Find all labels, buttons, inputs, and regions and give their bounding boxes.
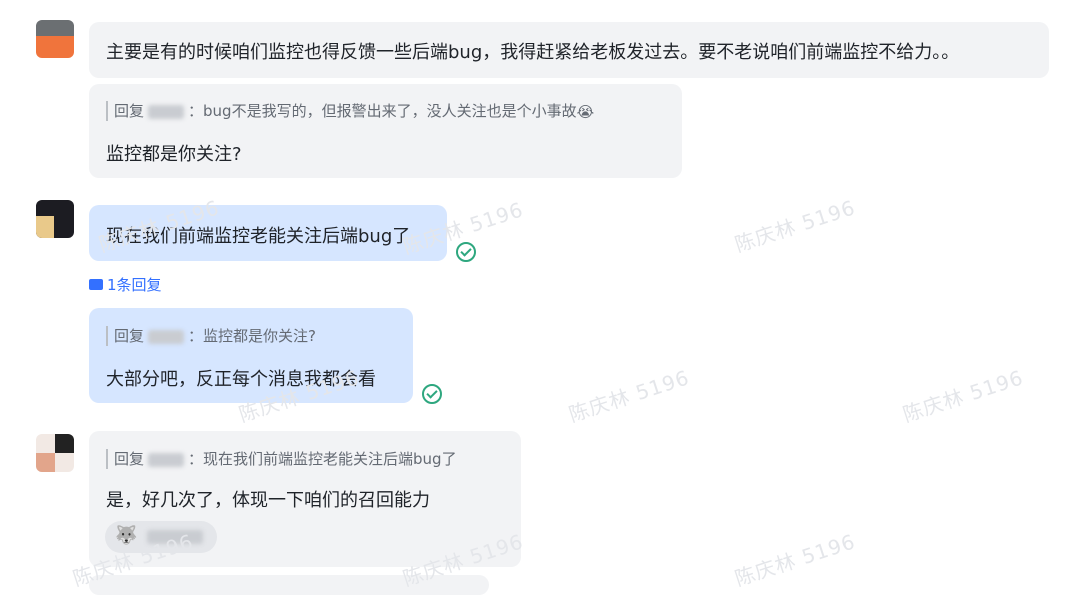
husky-emoji: 🐺	[115, 525, 138, 546]
message-bubble[interactable]: 主要是有的时候咱们监控也得反馈一些后端bug，我得赶紧给老板发过去。要不老说咱们…	[89, 22, 1049, 78]
avatar[interactable]	[36, 200, 74, 238]
reply-quote[interactable]: 回复 ：监控都是你关注?	[106, 326, 316, 346]
reply-count: 1条回复	[107, 276, 162, 294]
blurred-username	[147, 530, 203, 544]
message-text: 现在我们前端监控老能关注后端bug了	[106, 226, 411, 247]
reply-quote[interactable]: 回复 ：现在我们前端监控老能关注后端bug了	[106, 449, 457, 469]
reaction-pill[interactable]: 🐺	[105, 521, 217, 553]
reply-prefix: 回复	[114, 450, 145, 468]
reply-message-bubble[interactable]: 回复 ：bug不是我写的，但报警出来了，没人关注也是个小事故😭 监控都是你关注?	[89, 84, 682, 178]
message-text: 主要是有的时候咱们监控也得反馈一些后端bug，我得赶紧给老板发过去。要不老说咱们…	[106, 42, 960, 63]
self-reply-message-bubble[interactable]: 回复 ：监控都是你关注? 大部分吧，反正每个消息我都会看	[89, 308, 413, 403]
message-bubble[interactable]	[89, 575, 489, 595]
message-text: 监控都是你关注?	[106, 144, 242, 165]
blurred-username	[148, 104, 185, 119]
quote-text: ：bug不是我写的，但报警出来了，没人关注也是个小事故	[188, 102, 577, 120]
watermark: 陈庆林 5196	[899, 365, 1027, 427]
read-check-icon	[456, 242, 476, 262]
message-text: 大部分吧，反正每个消息我都会看	[106, 369, 376, 390]
avatar[interactable]	[36, 434, 74, 472]
reply-message-bubble[interactable]: 回复 ：现在我们前端监控老能关注后端bug了 是，好几次了，体现一下咱们的召回能力…	[89, 431, 521, 567]
quote-text: ：现在我们前端监控老能关注后端bug了	[188, 450, 457, 468]
avatar[interactable]	[36, 20, 74, 58]
reply-prefix: 回复	[114, 327, 145, 345]
quote-text: ：监控都是你关注?	[188, 327, 316, 345]
reply-prefix: 回复	[114, 102, 145, 120]
thread-reply-link[interactable]: 1条回复	[89, 274, 162, 295]
crying-emoji: 😭	[576, 102, 595, 121]
message-text: 是，好几次了，体现一下咱们的召回能力	[106, 490, 430, 511]
self-message-bubble[interactable]: 现在我们前端监控老能关注后端bug了	[89, 205, 447, 261]
blurred-username	[148, 452, 185, 467]
watermark: 陈庆林 5196	[731, 529, 859, 591]
blurred-username	[148, 329, 185, 344]
read-check-icon	[422, 384, 442, 404]
watermark: 陈庆林 5196	[565, 365, 693, 427]
reply-quote[interactable]: 回复 ：bug不是我写的，但报警出来了，没人关注也是个小事故😭	[106, 101, 594, 121]
watermark: 陈庆林 5196	[731, 195, 859, 257]
comment-icon	[89, 279, 103, 290]
